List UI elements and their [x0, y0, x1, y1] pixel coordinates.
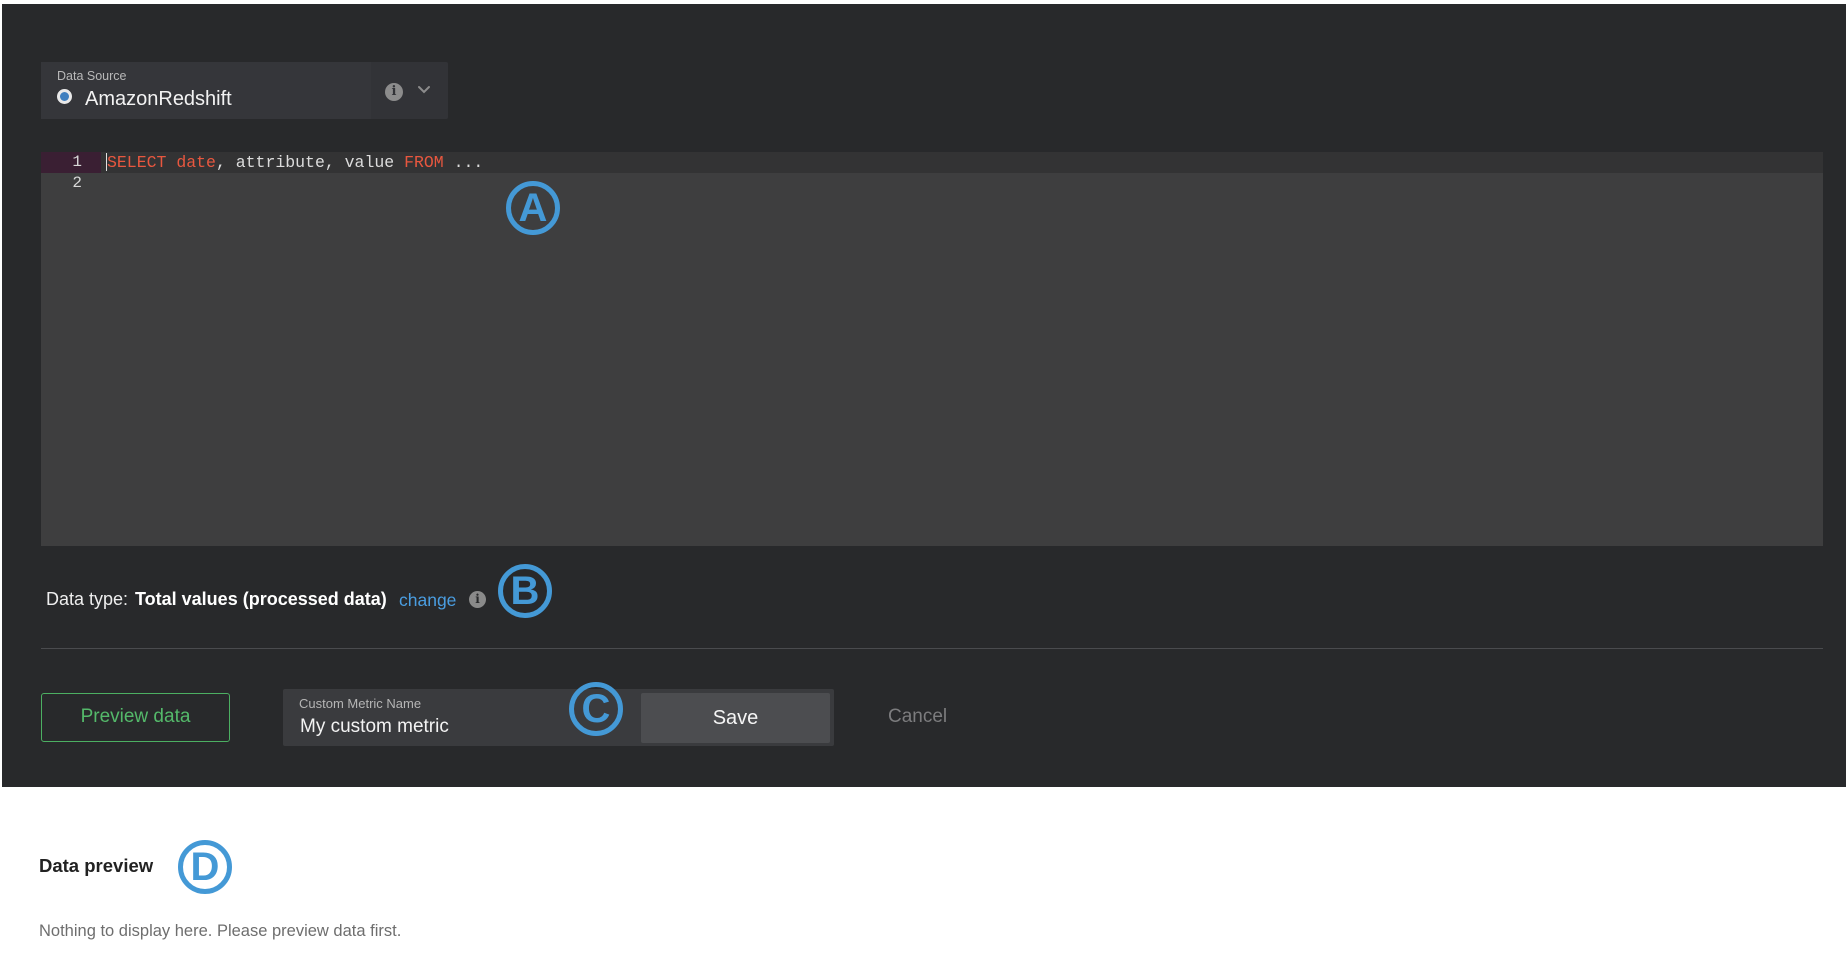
- data-source-select[interactable]: Data Source AmazonRedshift i: [41, 62, 448, 119]
- info-icon[interactable]: i: [469, 591, 486, 608]
- data-type-label: Data type:: [46, 589, 129, 609]
- sql-keyword: FROM: [404, 153, 444, 172]
- chevron-down-icon[interactable]: [416, 82, 432, 98]
- divider: [41, 648, 1823, 649]
- line-number: 1: [72, 153, 82, 171]
- callout-d: D: [178, 840, 232, 894]
- preview-data-button[interactable]: Preview data: [41, 693, 230, 742]
- sql-text: ...: [443, 153, 484, 172]
- data-type-value: Total values (processed data): [135, 589, 387, 609]
- callout-c: C: [569, 682, 623, 736]
- data-preview-empty-message: Nothing to display here. Please preview …: [39, 922, 402, 940]
- sql-keyword: SELECT: [107, 153, 167, 172]
- custom-metric-name-value: My custom metric: [300, 716, 449, 737]
- code-line-1[interactable]: SELECT date, attribute, value FROM ...: [107, 153, 483, 172]
- custom-metric-name-label: Custom Metric Name: [299, 696, 422, 711]
- data-source-label: Data Source: [57, 69, 127, 83]
- info-icon[interactable]: i: [385, 83, 403, 101]
- query-editor-panel: Data Source AmazonRedshift i 1 2 SELECT …: [2, 4, 1846, 787]
- sql-text: , attribute, value: [215, 153, 405, 172]
- callout-b: B: [498, 564, 552, 618]
- data-preview-title: Data preview: [39, 855, 154, 876]
- line-number: 2: [72, 174, 82, 192]
- save-button[interactable]: Save: [641, 693, 830, 743]
- sql-keyword: date: [176, 153, 216, 172]
- data-type-change-link[interactable]: change: [399, 590, 456, 611]
- data-source-radio-icon: [57, 89, 72, 104]
- cancel-button[interactable]: Cancel: [888, 706, 947, 728]
- data-source-value: AmazonRedshift: [85, 88, 232, 110]
- callout-a: A: [506, 181, 560, 235]
- sql-code-editor[interactable]: 1 2 SELECT date, attribute, value FROM .…: [41, 152, 1823, 546]
